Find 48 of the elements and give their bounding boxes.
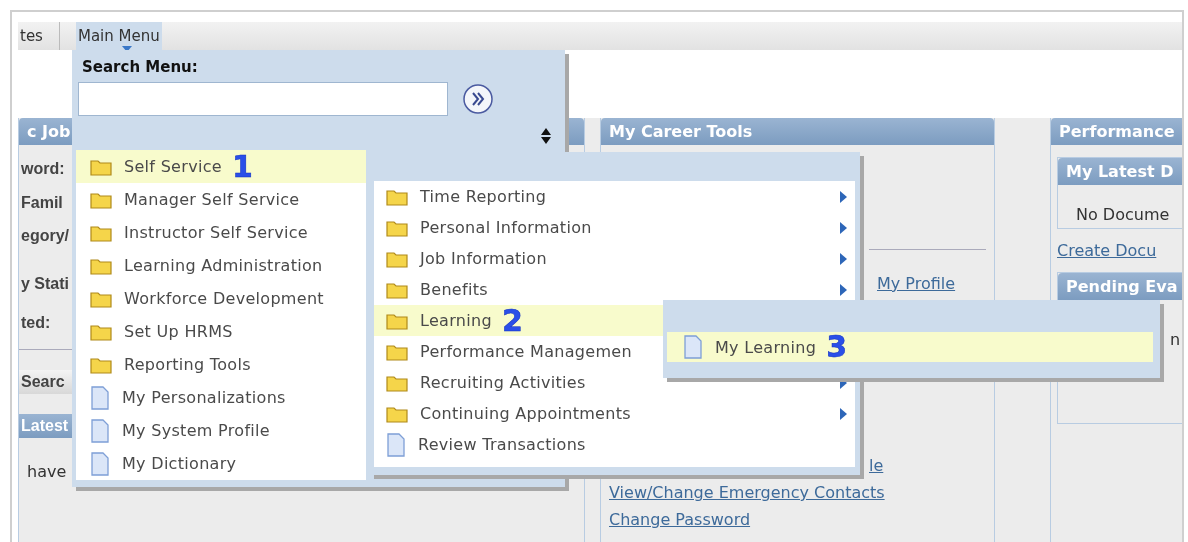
menu-item[interactable]: Self Service 1 — [76, 150, 366, 183]
message-text: n — [1170, 330, 1181, 349]
folder-icon — [386, 373, 408, 392]
card-header: My Latest D — [1058, 158, 1182, 185]
caret-icon — [121, 46, 132, 52]
message-text: have — [27, 462, 67, 481]
document-icon — [90, 418, 110, 443]
change-password-link[interactable]: Change Password — [609, 510, 751, 529]
menu-item[interactable]: My Learning 3 — [667, 332, 1153, 362]
emergency-contacts-link[interactable]: View/Change Emergency Contacts — [609, 483, 885, 502]
folder-icon — [386, 342, 408, 361]
field-label: egory/ — [20, 226, 69, 246]
folder-icon — [90, 256, 112, 275]
field-label: y Stati — [20, 274, 69, 294]
card-header: Pending Eva — [1058, 273, 1182, 300]
folder-icon — [90, 190, 112, 209]
create-document-link[interactable]: Create Docu — [1057, 241, 1157, 260]
document-icon — [386, 432, 406, 457]
search-field[interactable] — [78, 82, 448, 116]
folder-icon — [386, 311, 408, 330]
nav-tab[interactable]: Main Menu — [75, 22, 162, 50]
profile-link[interactable]: My Profile — [877, 274, 956, 293]
folder-icon — [386, 249, 408, 268]
folder-icon — [90, 322, 112, 341]
sort-icon[interactable] — [541, 128, 551, 144]
document-icon — [683, 335, 703, 359]
empty-message: No Docume — [1076, 205, 1170, 224]
document-icon — [90, 385, 110, 410]
panel-header: My Career Tools — [601, 118, 994, 145]
field-label: Famil — [20, 193, 63, 213]
folder-icon — [90, 223, 112, 242]
step-number: 2 — [501, 306, 523, 335]
folder-icon — [386, 280, 408, 299]
field-label: word: — [20, 159, 65, 179]
folder-icon — [90, 157, 112, 176]
folder-icon — [90, 289, 112, 308]
document-icon — [90, 451, 110, 476]
go-icon[interactable] — [462, 83, 494, 115]
folder-icon — [386, 218, 408, 237]
folder-icon — [386, 187, 408, 206]
panel-header: Performance — [1051, 118, 1182, 145]
step-number: 3 — [826, 333, 847, 361]
step-number: 1 — [231, 152, 253, 181]
field-label: ted: — [20, 313, 51, 333]
profile-link[interactable]: le — [869, 456, 884, 475]
folder-icon — [386, 404, 408, 423]
folder-icon — [90, 355, 112, 374]
search-label: Search Menu: — [82, 58, 199, 76]
